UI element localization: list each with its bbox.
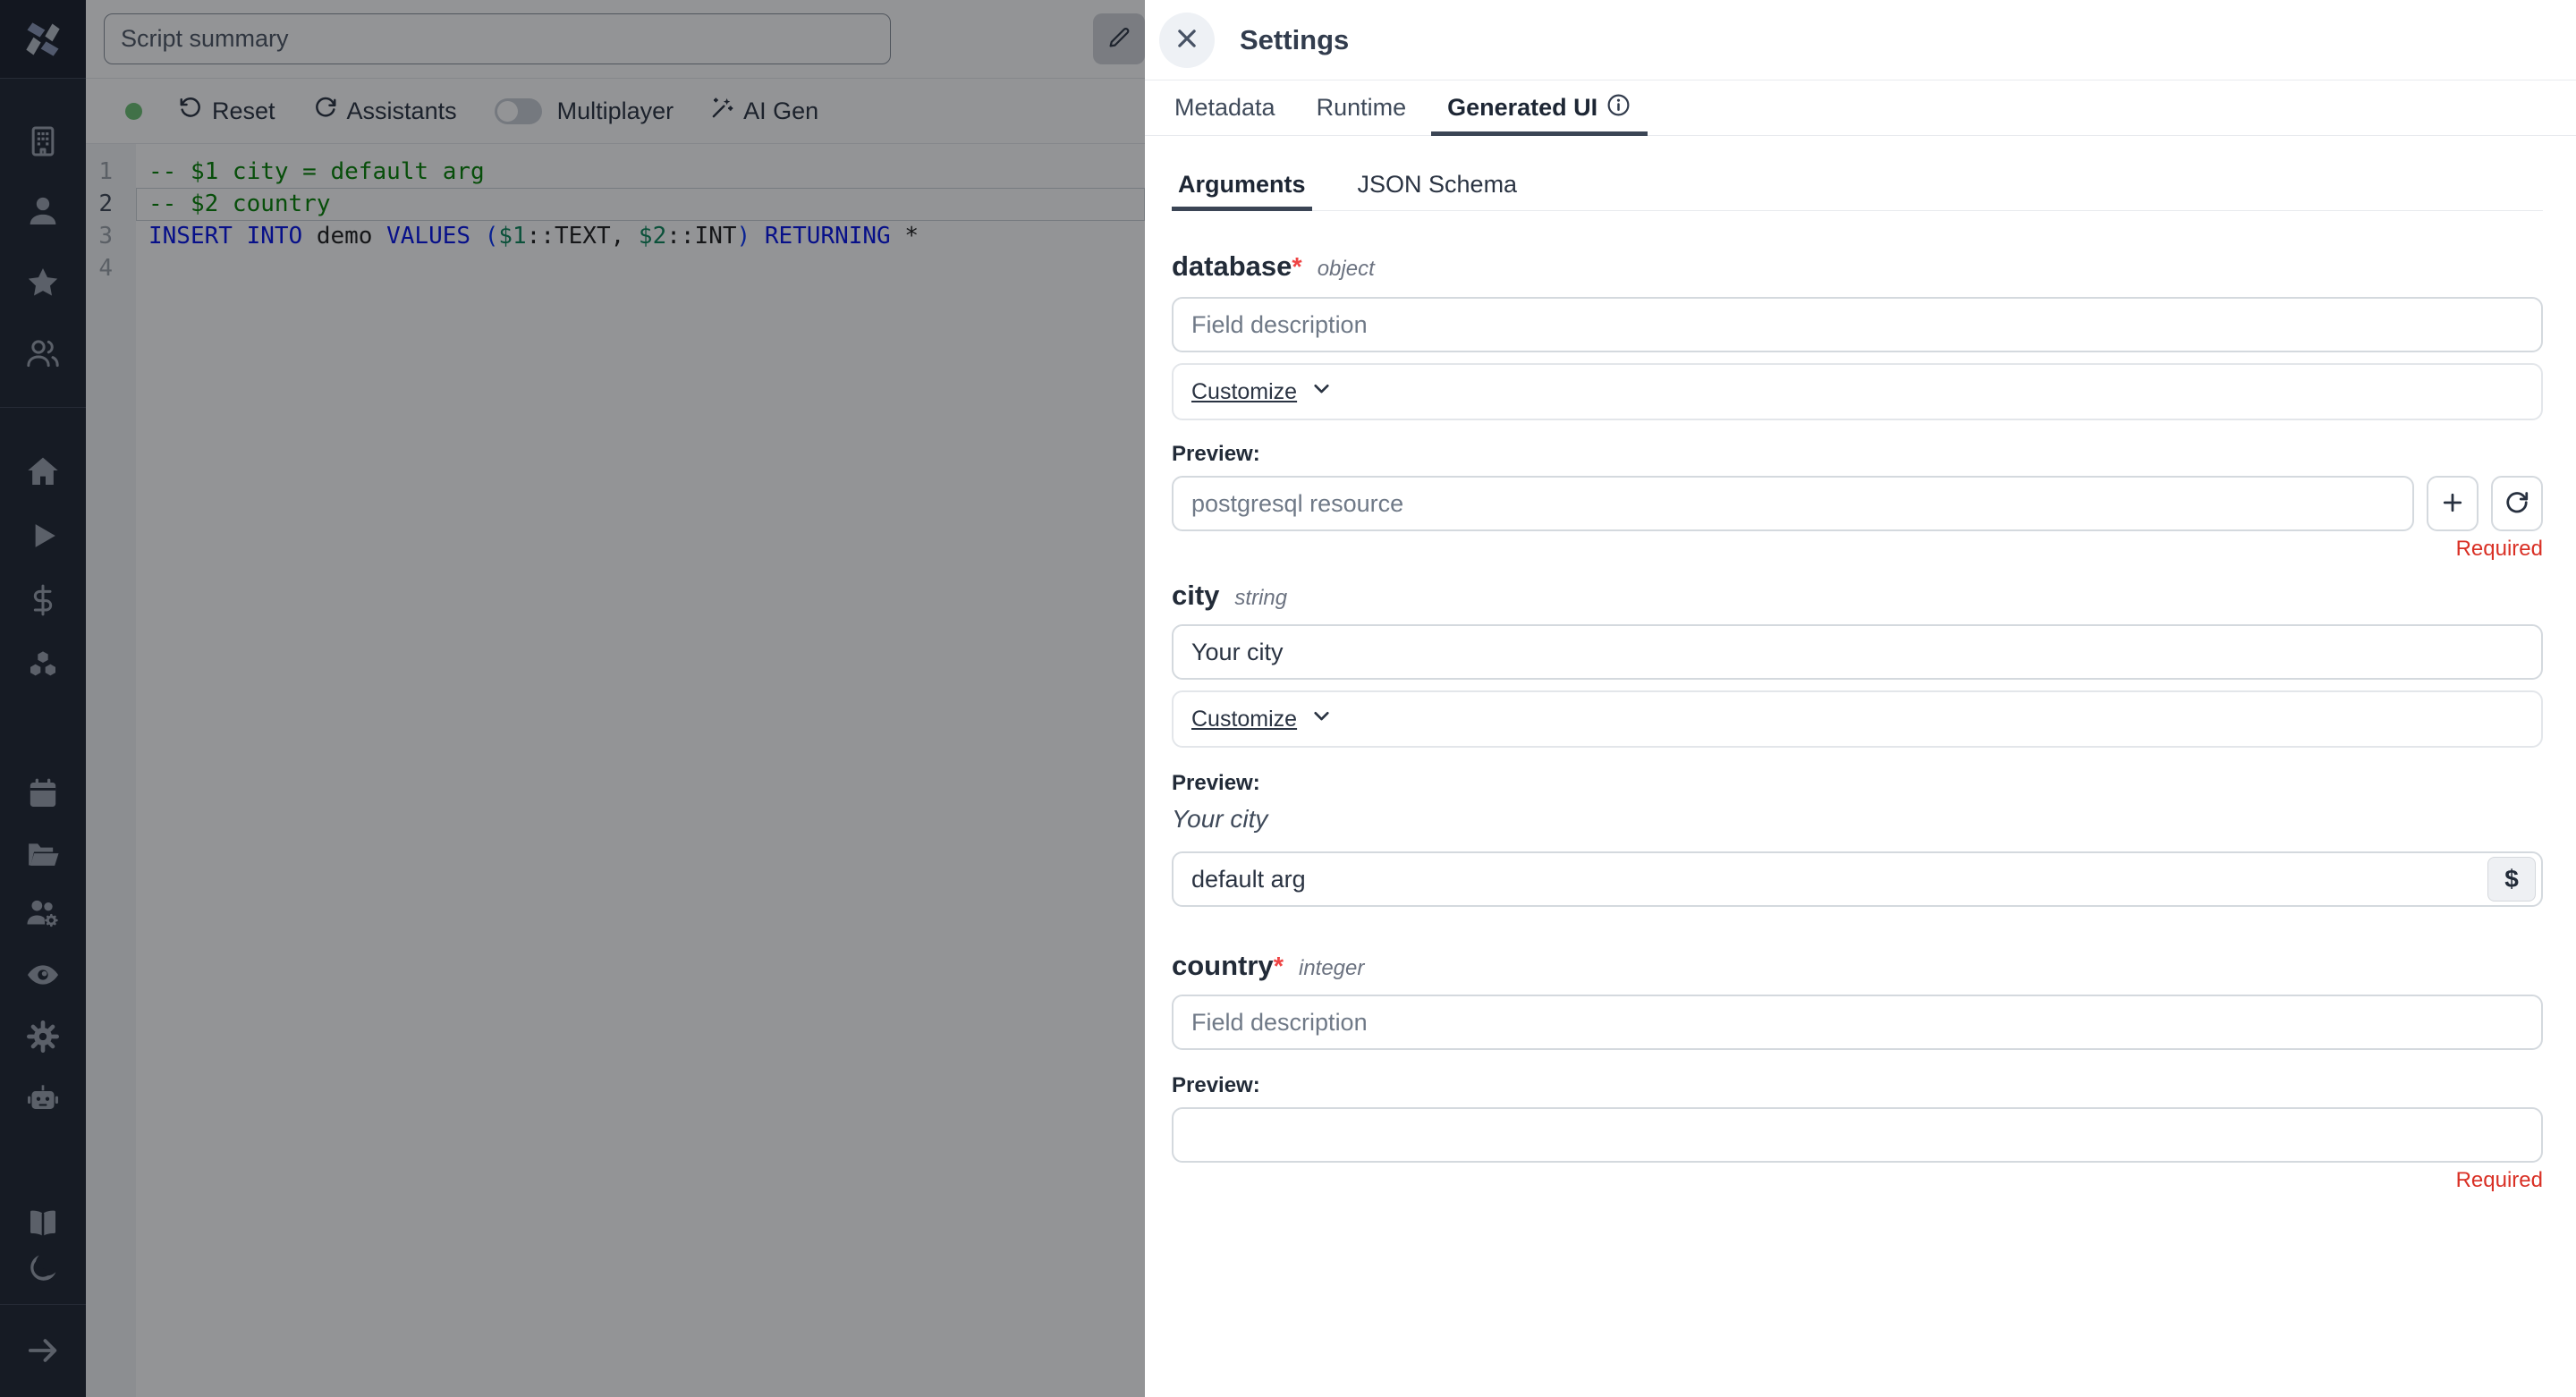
arg-section-database: database* object Customize Preview: (1172, 250, 2543, 562)
arg-type: object (1318, 257, 1375, 282)
required-marker: * (1274, 952, 1284, 982)
close-icon (1174, 25, 1200, 55)
settings-tabs: Metadata Runtime Generated UI (1145, 80, 2576, 136)
city-preview-row: $ (1172, 851, 2543, 907)
refresh-resource-button[interactable] (2491, 476, 2543, 531)
chevron-down-icon (1309, 377, 1334, 407)
database-customize-toggle[interactable]: Customize (1191, 377, 1334, 407)
database-description-input[interactable] (1172, 297, 2543, 352)
arg-heading: database* object (1172, 250, 2543, 283)
arg-name: country (1172, 950, 1274, 982)
arg-type: integer (1299, 956, 1364, 981)
arg-type: string (1234, 586, 1287, 611)
required-marker: * (1292, 253, 1301, 283)
subtab-json-schema[interactable]: JSON Schema (1352, 159, 1524, 210)
preview-label: Preview: (1172, 442, 2543, 467)
tab-metadata[interactable]: Metadata (1154, 80, 1296, 135)
arg-name: database (1172, 250, 1292, 283)
country-description-input[interactable] (1172, 995, 2543, 1050)
add-resource-button[interactable] (2427, 476, 2479, 531)
country-value-input[interactable] (1172, 1107, 2543, 1163)
city-description-input[interactable] (1172, 624, 2543, 680)
tab-generated-ui[interactable]: Generated UI (1427, 80, 1652, 135)
arg-name: city (1172, 580, 1219, 612)
city-default-input[interactable] (1172, 851, 2543, 907)
required-error: Required (1172, 537, 2543, 562)
database-customize-box: Customize (1172, 363, 2543, 420)
city-customize-box: Customize (1172, 690, 2543, 748)
tab-runtime[interactable]: Runtime (1296, 80, 1428, 135)
plus-icon (2439, 489, 2466, 519)
schema-subtabs: Arguments JSON Schema (1172, 159, 2543, 211)
modal-backdrop[interactable] (0, 0, 1145, 1397)
arg-heading: country* integer (1172, 950, 2543, 982)
city-customize-toggle[interactable]: Customize (1191, 704, 1334, 734)
settings-title: Settings (1240, 24, 1349, 56)
settings-content: Arguments JSON Schema database* object C… (1145, 159, 2576, 1193)
arg-heading: city string (1172, 580, 2543, 612)
chevron-down-icon (1309, 704, 1334, 734)
info-icon (1606, 92, 1631, 124)
dollar-icon: $ (2504, 865, 2519, 893)
settings-panel: Settings Metadata Runtime Generated UI A… (1145, 0, 2576, 1397)
arg-section-city: city string Customize Preview: Your city (1172, 580, 2543, 907)
app-window: Reset Assistants Multiplayer AI Gen (0, 0, 2576, 1397)
settings-header: Settings (1145, 0, 2576, 80)
preview-label: Preview: (1172, 771, 2543, 796)
city-preview-description: Your city (1172, 805, 2543, 834)
variable-picker-button[interactable]: $ (2487, 857, 2536, 902)
database-preview-row (1172, 476, 2543, 531)
preview-label: Preview: (1172, 1073, 2543, 1098)
rotate-cw-icon (2504, 489, 2530, 519)
subtab-arguments[interactable]: Arguments (1172, 159, 1312, 210)
required-error: Required (1172, 1168, 2543, 1193)
arg-section-country: country* integer Preview: Required (1172, 950, 2543, 1193)
close-button[interactable] (1159, 13, 1215, 68)
database-resource-input[interactable] (1172, 476, 2414, 531)
